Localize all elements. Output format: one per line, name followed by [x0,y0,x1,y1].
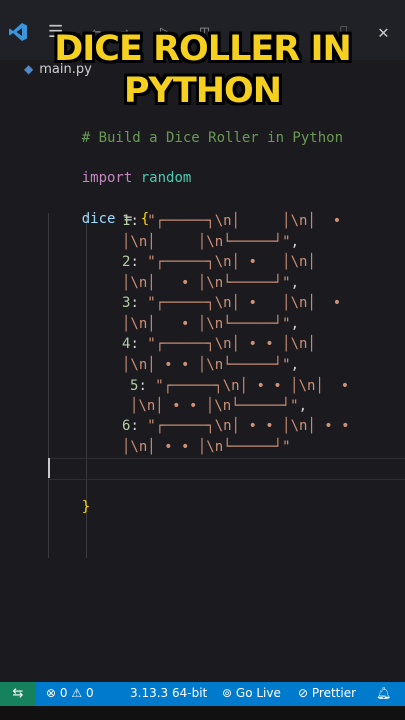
comment-text: # Build a Dice Roller in Python [81,130,344,146]
code-line-face-5: 5: "┌─────┐\n│ • • │\n│ • [130,378,350,394]
remote-indicator-button[interactable]: ⇆ [0,682,36,706]
face-string-part: │\n│ │\n└─────┘" [122,234,291,250]
face-string-part: │\n│ • │\n└─────┘" [122,316,291,332]
code-line-face-4-cont: │\n│ • • │\n└─────┘", [122,357,300,373]
face-string-part: "┌─────┐\n│ • │\n│ [147,254,316,270]
face-string-part: "┌─────┐\n│ • • │\n│ • • [147,418,350,434]
text-caret [48,458,50,478]
face-string-part: "┌─────┐\n│ │\n│ • [147,213,342,229]
go-live-label: Go Live [235,686,281,700]
bottom-strip [0,706,405,720]
face-string-part: "┌─────┐\n│ • • │\n│ [147,336,316,352]
face-string-part: "┌─────┐\n│ • • │\n│ • [155,378,350,394]
problems-indicator[interactable]: ⊗ 0 ⚠ 0 [46,686,94,700]
code-line-face-1-cont: │\n│ │\n└─────┘", [122,234,300,250]
python-interpreter[interactable]: 3.13.3 64-bit [130,686,207,700]
import-module: random [140,170,192,186]
code-line-face-1: 1: "┌─────┐\n│ │\n│ • [122,213,342,229]
status-bar: ⇆ ⊗ 0 ⚠ 0 3.13.3 64-bit ⊚ Go Live ⊘ Pret… [0,682,405,706]
face-string-part: │\n│ • │\n└─────┘" [122,275,291,291]
error-count: 0 [59,686,68,700]
prettier-button[interactable]: ⊘ Prettier [298,686,356,700]
dice-variable: dice [81,211,116,227]
code-line-face-2: 2: "┌─────┐\n│ • │\n│ [122,254,316,270]
code-editor[interactable]: # Build a Dice Roller in Python import r… [0,100,405,680]
code-line-face-6: 6: "┌─────┐\n│ • • │\n│ • • [122,418,350,434]
code-line-face-4: 4: "┌─────┐\n│ • • │\n│ [122,336,316,352]
warning-count: 0 [85,686,94,700]
go-live-button[interactable]: ⊚ Go Live [222,686,281,700]
code-line-face-3-cont: │\n│ • │\n└─────┘", [122,316,300,332]
code-line-face-6-cont: │\n│ • • │\n└─────┘" [122,437,291,457]
face-string-part: │\n│ • • │\n└─────┘" [122,357,291,373]
face-string-part: │\n│ • • │\n└─────┘" [130,398,299,414]
prettier-icon: ⊘ [298,686,309,700]
warning-icon: ⚠ [71,686,83,700]
import-keyword: import [81,170,133,186]
broadcast-icon: ⊚ [222,686,233,700]
notifications-bell-icon[interactable]: 🔔︎ [376,686,391,700]
current-line-highlight [48,458,405,480]
face-string-part: "┌─────┐\n│ • │\n│ • [147,295,342,311]
code-line-face-5-cont: │\n│ • • │\n└─────┘", [130,398,308,414]
code-line-face-3: 3: "┌─────┐\n│ • │\n│ • [122,295,342,311]
code-line-face-2-cont: │\n│ • │\n└─────┘", [122,275,300,291]
close-brace: } [81,499,91,515]
prettier-label: Prettier [311,686,357,700]
error-icon: ⊗ [46,686,57,700]
remote-icon: ⇆ [12,686,24,701]
face-string-part: │\n│ • • │\n└─────┘" [122,439,291,455]
code-line-close-brace: } [48,477,90,537]
